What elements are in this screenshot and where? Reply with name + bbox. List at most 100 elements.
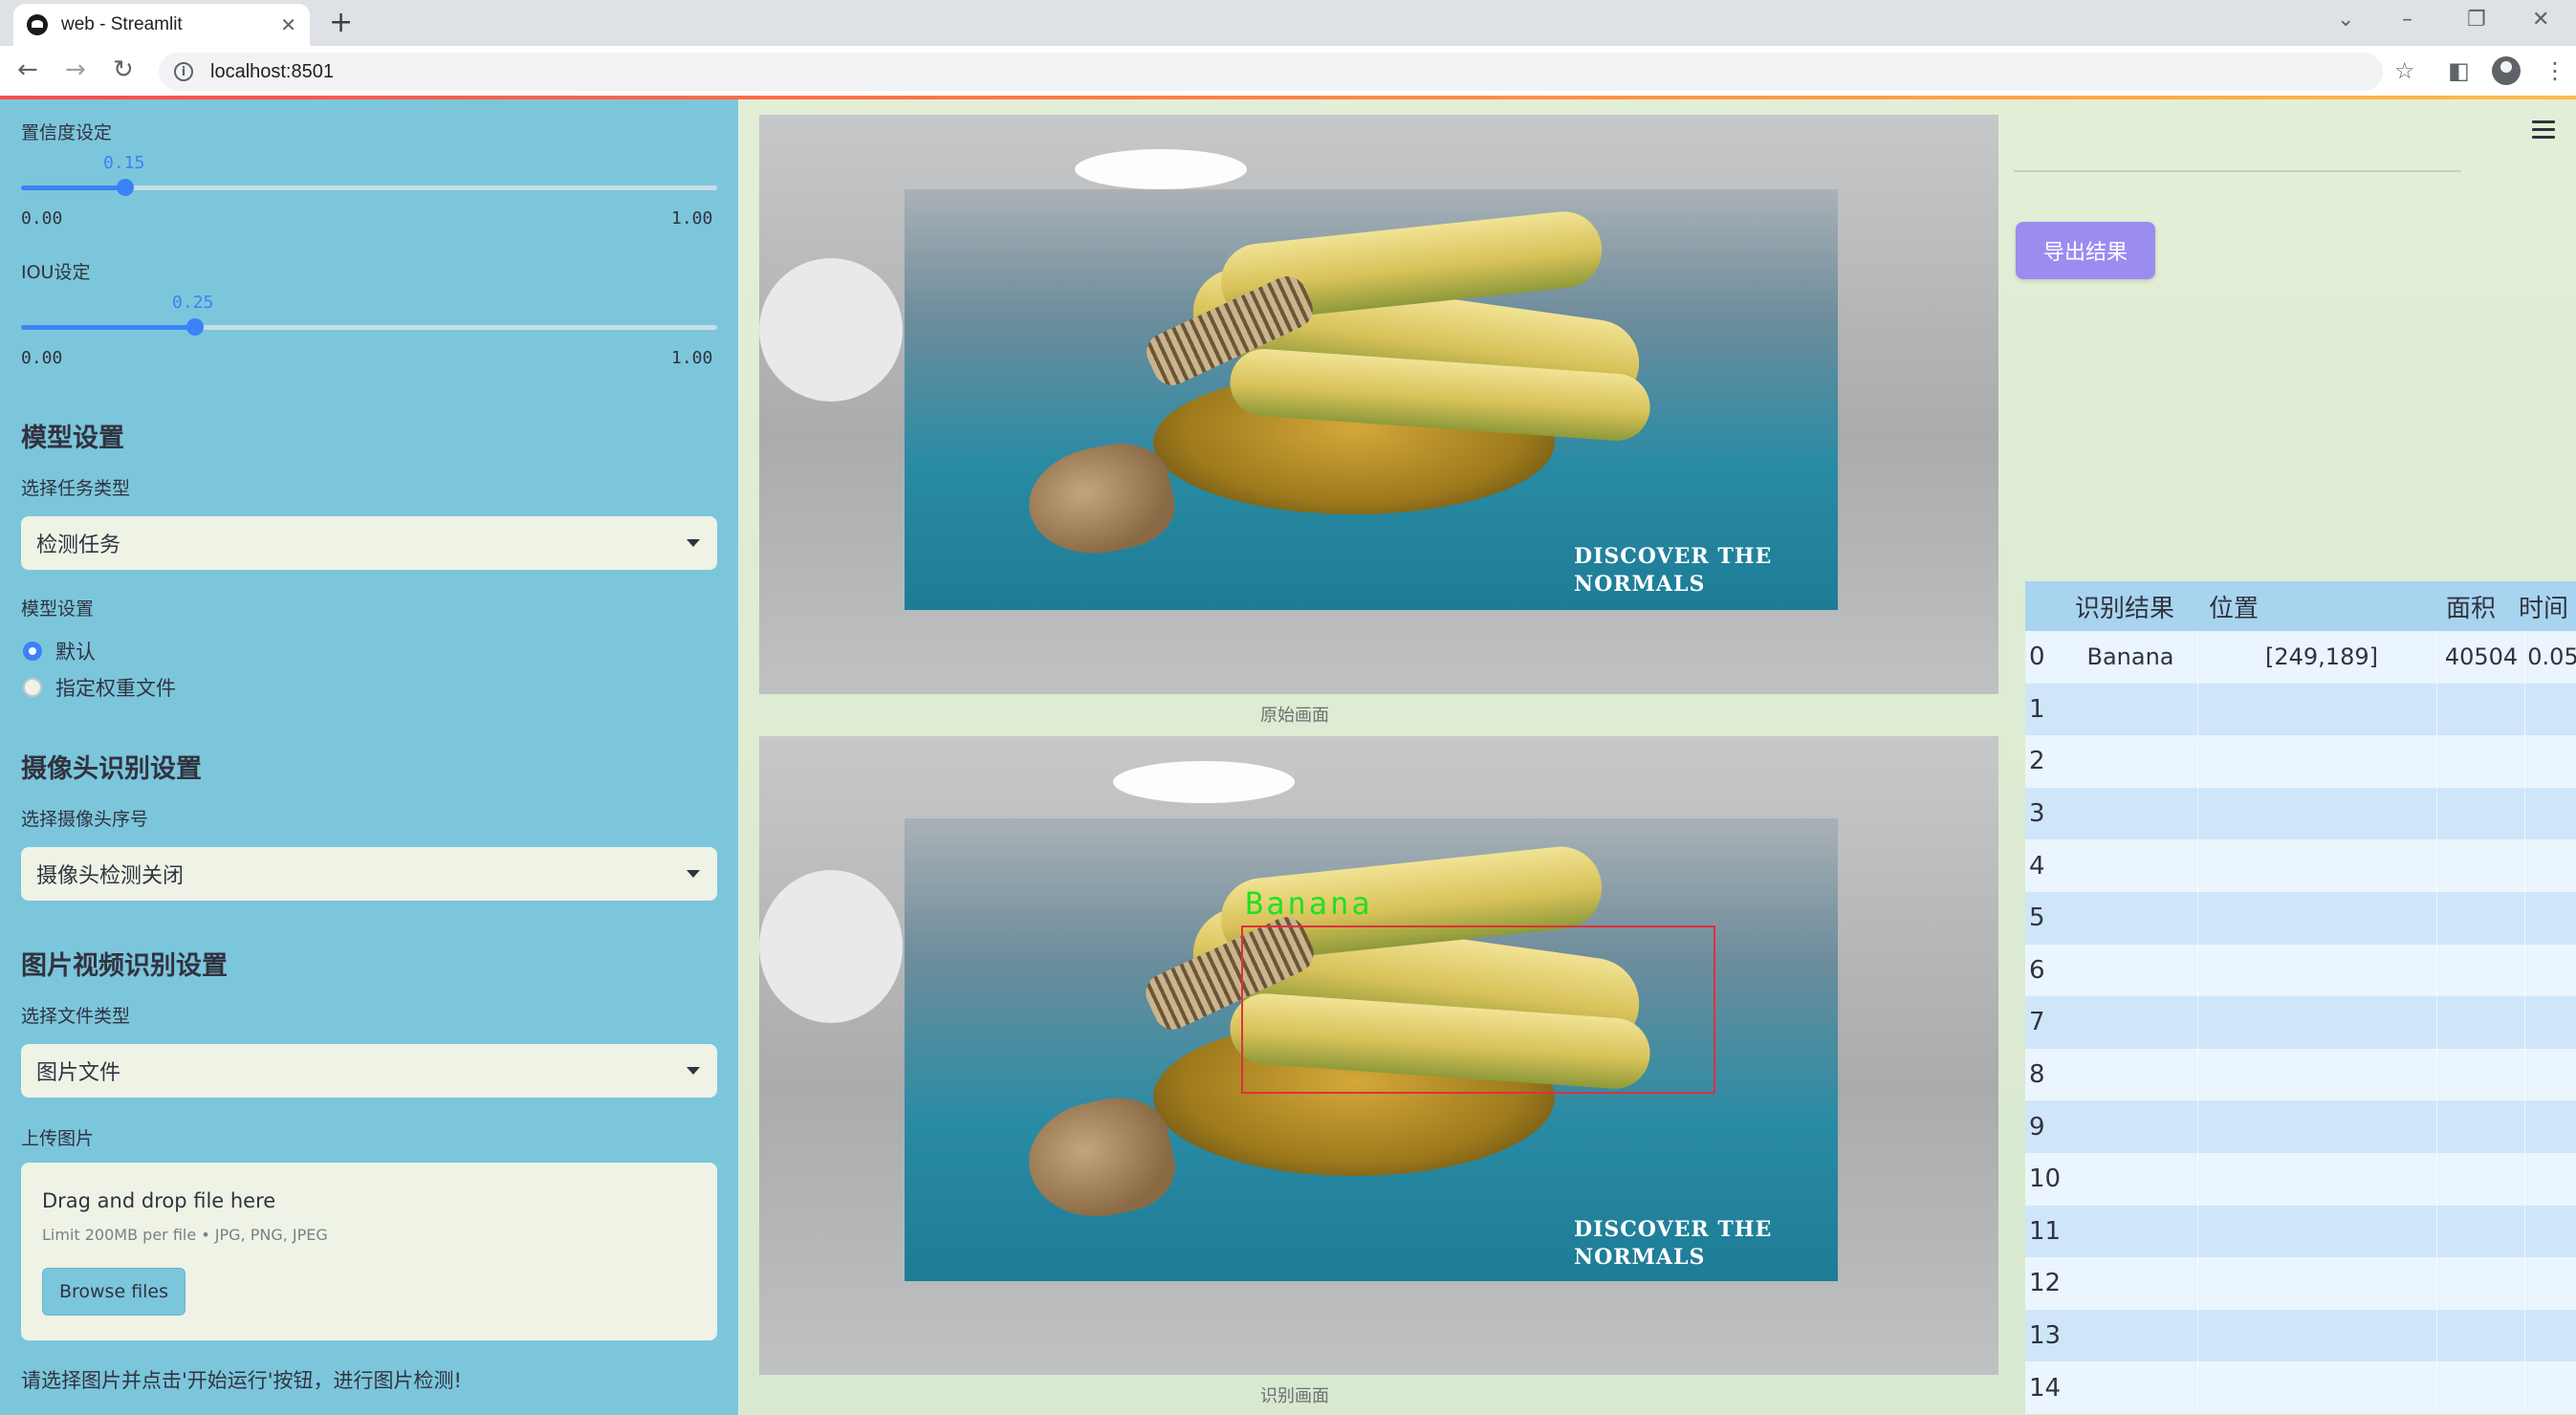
file-type-select[interactable]: 图片文件 — [21, 1044, 717, 1098]
confidence-max: 1.00 — [671, 208, 713, 229]
column-divider — [2524, 892, 2525, 945]
cell-result — [2063, 1206, 2197, 1258]
profile-avatar-icon[interactable] — [2492, 56, 2521, 85]
column-divider — [2197, 839, 2198, 892]
column-divider — [2436, 735, 2437, 788]
chevron-down-icon — [687, 1067, 700, 1075]
cell-area — [2438, 892, 2524, 945]
cell-result — [2063, 1100, 2197, 1153]
file-type-value: 图片文件 — [36, 1061, 121, 1085]
task-type-label: 选择任务类型 — [21, 478, 131, 499]
cell-position — [2207, 1310, 2436, 1362]
cell-position — [2207, 1257, 2436, 1310]
side-panel-icon[interactable]: ◧ — [2448, 57, 2470, 84]
export-results-button[interactable]: 导出结果 — [2016, 222, 2155, 279]
column-divider — [2436, 1205, 2437, 1258]
cell-position — [2207, 1049, 2436, 1101]
radio-default[interactable]: 默认 — [23, 637, 96, 665]
url-field[interactable]: i localhost:8501 — [159, 53, 2383, 91]
cell-time: 0.05 — [2527, 643, 2576, 671]
table-row[interactable]: 7 — [2025, 996, 2576, 1049]
cell-result — [2063, 1361, 2197, 1414]
radio-selected-icon — [23, 642, 42, 661]
table-row[interactable]: 0 Banana [249,189] 40504 0.05 — [2025, 631, 2576, 684]
cell-result — [2063, 1257, 2197, 1310]
minimize-icon[interactable]: – — [2402, 8, 2412, 32]
detection-label: Banana — [1245, 885, 1373, 922]
table-row[interactable]: 2 — [2025, 735, 2576, 788]
kebab-menu-icon[interactable]: ⋮ — [2543, 57, 2566, 84]
bookmark-star-icon[interactable]: ☆ — [2394, 57, 2415, 84]
cell-time — [2524, 1206, 2576, 1258]
header-time[interactable]: 时间 — [2519, 581, 2576, 631]
url-text: localhost:8501 — [210, 60, 334, 82]
table-row[interactable]: 6 — [2025, 944, 2576, 997]
task-type-value: 检测任务 — [36, 533, 121, 557]
header-position[interactable]: 位置 — [2209, 581, 2324, 631]
back-arrow-icon[interactable]: ← — [17, 55, 38, 84]
table-row[interactable]: 3 — [2025, 787, 2576, 840]
cell-time — [2524, 1100, 2576, 1153]
column-divider — [2197, 1048, 2198, 1101]
cell-result — [2063, 1310, 2197, 1362]
cell-result — [2063, 996, 2197, 1049]
confidence-slider-thumb[interactable] — [117, 179, 135, 196]
file-uploader-dropzone[interactable]: Drag and drop file here Limit 200MB per … — [21, 1163, 717, 1340]
column-divider — [2524, 1309, 2525, 1362]
cell-result — [2063, 839, 2197, 892]
task-type-select[interactable]: 检测任务 — [21, 516, 717, 570]
header-area[interactable]: 面积 — [2446, 581, 2513, 631]
cell-time — [2524, 735, 2576, 788]
cell-area — [2438, 735, 2524, 788]
cell-area — [2438, 839, 2524, 892]
cell-area — [2438, 945, 2524, 997]
hamburger-menu-icon[interactable] — [2532, 120, 2555, 143]
table-row[interactable]: 11 — [2025, 1205, 2576, 1258]
chevron-down-icon[interactable]: ⌄ — [2337, 8, 2354, 32]
iou-value: 0.25 — [172, 293, 214, 313]
column-divider — [2436, 944, 2437, 997]
forward-arrow-icon[interactable]: → — [65, 55, 86, 84]
restore-icon[interactable]: ❐ — [2467, 8, 2486, 32]
table-row[interactable]: 12 — [2025, 1257, 2576, 1310]
window-close-icon[interactable]: ✕ — [2532, 8, 2549, 32]
iou-slider-fill — [21, 325, 195, 330]
table-row[interactable]: 5 — [2025, 892, 2576, 945]
table-row[interactable]: 10 — [2025, 1153, 2576, 1206]
cell-area — [2438, 1100, 2524, 1153]
column-divider — [2524, 1100, 2525, 1153]
confidence-slider[interactable] — [21, 179, 717, 196]
table-row[interactable]: 8 — [2025, 1048, 2576, 1101]
iou-slider-thumb[interactable] — [186, 318, 204, 336]
tab-title: web - Streamlit — [61, 14, 183, 34]
camera-index-value: 摄像头检测关闭 — [36, 864, 185, 888]
table-row[interactable]: 4 — [2025, 839, 2576, 892]
column-divider — [2436, 787, 2437, 840]
reload-icon[interactable]: ↻ — [113, 55, 134, 84]
cell-position — [2207, 996, 2436, 1049]
cell-result — [2063, 684, 2197, 736]
close-icon[interactable]: ✕ — [280, 13, 296, 36]
column-divider — [2524, 996, 2525, 1049]
column-divider — [2436, 1257, 2437, 1310]
browser-tab[interactable]: web - Streamlit ✕ — [13, 4, 310, 46]
table-row[interactable]: 13 — [2025, 1309, 2576, 1362]
radio-custom-weights[interactable]: 指定权重文件 — [23, 673, 176, 702]
column-divider — [2197, 1361, 2198, 1414]
cell-time — [2524, 1361, 2576, 1414]
camera-index-select[interactable]: 摄像头检测关闭 — [21, 847, 717, 901]
table-row[interactable]: 9 — [2025, 1100, 2576, 1153]
iou-slider[interactable] — [21, 318, 717, 336]
cloud-shape — [1075, 149, 1247, 189]
table-row[interactable]: 1 — [2025, 683, 2576, 736]
cell-time — [2524, 684, 2576, 736]
plus-icon[interactable]: + — [329, 8, 353, 38]
site-info-icon[interactable]: i — [174, 62, 193, 81]
cell-time — [2524, 1257, 2576, 1310]
header-result[interactable]: 识别结果 — [2075, 581, 2190, 631]
cell-time — [2524, 1153, 2576, 1206]
cell-result — [2063, 788, 2197, 840]
browse-files-button[interactable]: Browse files — [42, 1268, 186, 1316]
table-row[interactable]: 14 — [2025, 1361, 2576, 1414]
cell-area — [2438, 1153, 2524, 1206]
